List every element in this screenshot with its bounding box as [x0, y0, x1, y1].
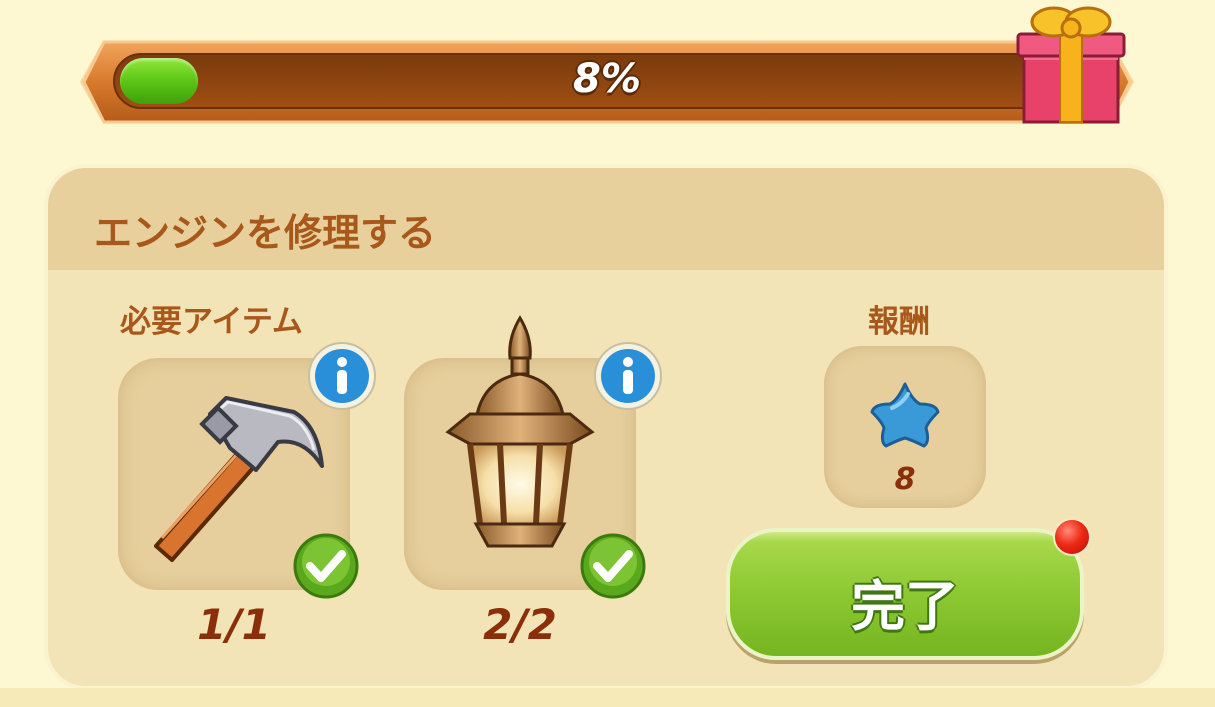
reward-label: 報酬 [868, 304, 930, 340]
blue-star-icon [870, 382, 940, 448]
quest-title: エンジンを修理する [94, 211, 437, 255]
item-count-lantern: 2/2 [483, 600, 557, 649]
progress-bar: 8% [78, 38, 1136, 126]
check-icon [293, 533, 359, 599]
info-icon[interactable] [306, 340, 378, 412]
complete-button-label: 完了 [851, 575, 959, 638]
item-count-hammer: 1/1 [197, 600, 271, 649]
bottom-strip [0, 688, 1215, 707]
required-items-label: 必要アイテム [120, 304, 303, 340]
lantern-icon [445, 315, 595, 548]
reward-count: 8 [894, 462, 916, 497]
gift-box-icon[interactable] [1010, 0, 1130, 128]
notification-dot [1053, 518, 1091, 556]
info-icon[interactable] [592, 340, 664, 412]
check-icon [580, 533, 646, 599]
progress-percent: 8% [573, 56, 641, 102]
complete-button[interactable]: 完了 [726, 528, 1084, 660]
